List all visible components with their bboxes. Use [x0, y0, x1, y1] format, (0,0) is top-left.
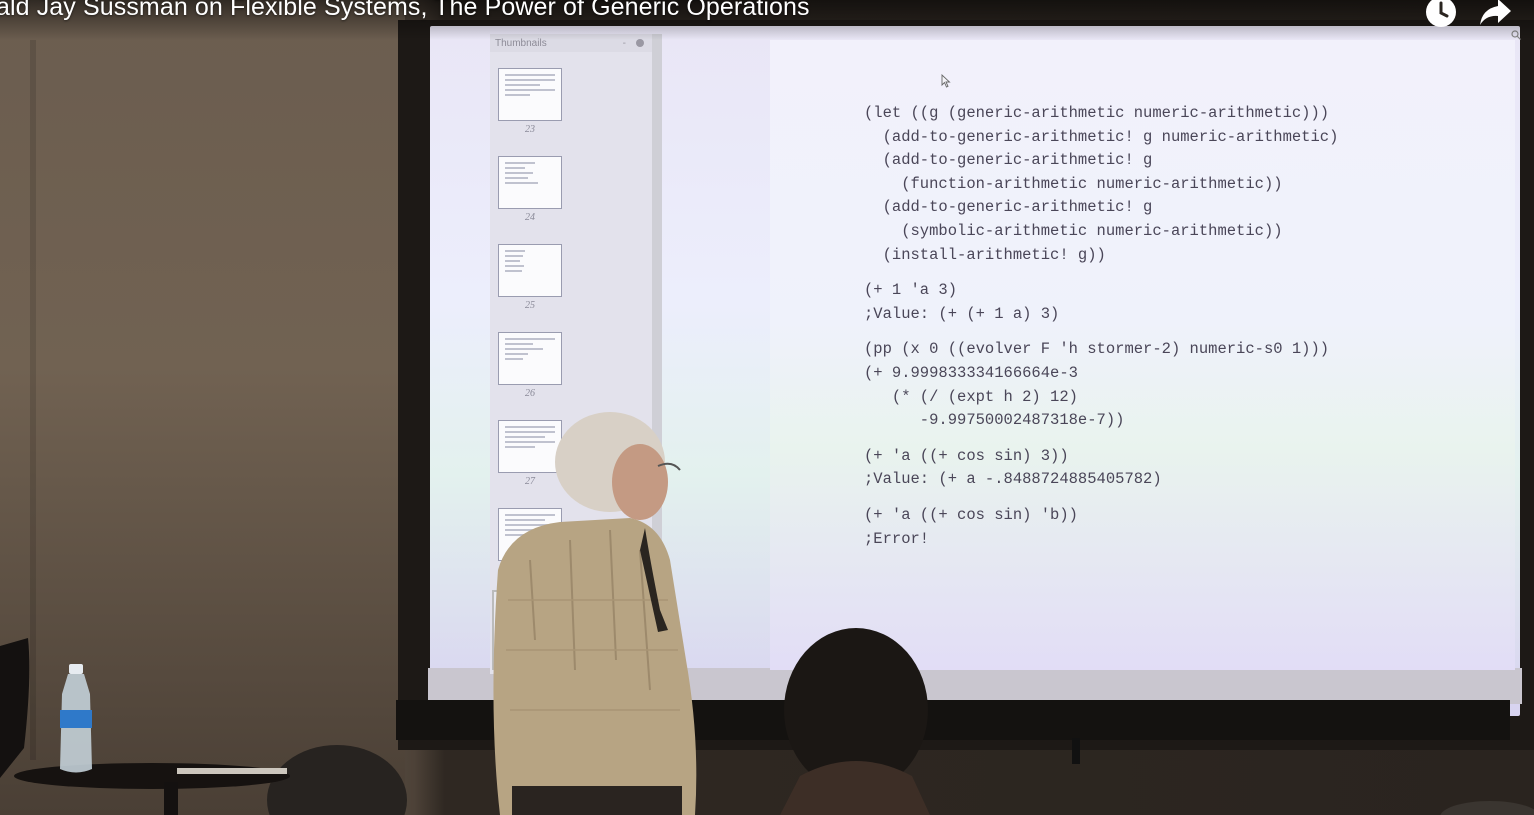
code-line: (add-to-generic-arithmetic! g	[864, 151, 1153, 170]
thumbnail-page-25: 25	[498, 244, 568, 332]
thumbnail-image	[498, 332, 562, 385]
code-line: (add-to-generic-arithmetic! g numeric-ar…	[864, 127, 1339, 146]
thumbnail-page-number: 24	[525, 212, 535, 223]
code-line: (install-arithmetic! g))	[864, 245, 1106, 264]
code-line: (pp (x 0 ((evolver F 'h stormer-2) numer…	[864, 340, 1330, 359]
code-block: (let ((g (generic-arithmetic numeric-ari…	[864, 102, 1338, 551]
thumbnail-page-24: 24	[498, 156, 568, 244]
water-bottle	[60, 664, 92, 773]
camera-stand	[1072, 738, 1080, 764]
thumbnail-page-23: 23	[498, 68, 568, 156]
thumbnail-image	[498, 244, 562, 297]
close-icon	[636, 39, 644, 47]
clock-icon[interactable]	[1425, 0, 1457, 28]
code-line: (+ 'a ((+ cos sin) 'b))	[864, 505, 1078, 524]
share-arrow-icon[interactable]	[1478, 0, 1512, 27]
code-line: ;Error!	[864, 529, 930, 548]
code-line: (* (/ (expt h 2) 12)	[864, 387, 1078, 406]
thumbnail-image	[498, 156, 562, 209]
presenter-figure	[493, 412, 697, 815]
thumbnail-image	[498, 68, 562, 121]
code-line: ;Value: (+ a -.8488724885405782)	[864, 470, 1162, 489]
code-line: (+ 9.999833334166664e-3	[864, 363, 1078, 382]
code-line: (let ((g (generic-arithmetic numeric-ari…	[864, 104, 1330, 122]
thumbnail-page-number: 25	[525, 300, 535, 311]
thumbnail-page-26: 26	[498, 332, 568, 420]
mouse-cursor-icon	[941, 74, 951, 88]
audience-member-head	[1440, 801, 1534, 815]
thumbnail-page-number: 26	[525, 388, 535, 399]
thumbnail-page-number: 23	[525, 124, 535, 135]
audience-member-head	[780, 628, 930, 815]
code-line: (+ 'a ((+ cos sin) 3))	[864, 446, 1069, 465]
video-title[interactable]: ald Jay Sussman on Flexible Systems, The…	[0, 0, 810, 22]
code-line: -9.99750002487318e-7))	[864, 411, 1125, 430]
video-title-bar: ald Jay Sussman on Flexible Systems, The…	[0, 0, 1534, 40]
side-table	[14, 763, 290, 815]
code-line: (symbolic-arithmetic numeric-arithmetic)…	[864, 221, 1283, 240]
code-line: (function-arithmetic numeric-arithmetic)…	[864, 174, 1283, 193]
code-line: ;Value: (+ (+ 1 a) 3)	[864, 304, 1060, 323]
chair	[0, 638, 30, 778]
code-line: (add-to-generic-arithmetic! g	[864, 198, 1153, 217]
code-line: (+ 1 'a 3)	[864, 281, 958, 300]
video-frame[interactable]: Thumbnails - 23 24 25 26 27 (let ((g (ge…	[0, 0, 1534, 815]
